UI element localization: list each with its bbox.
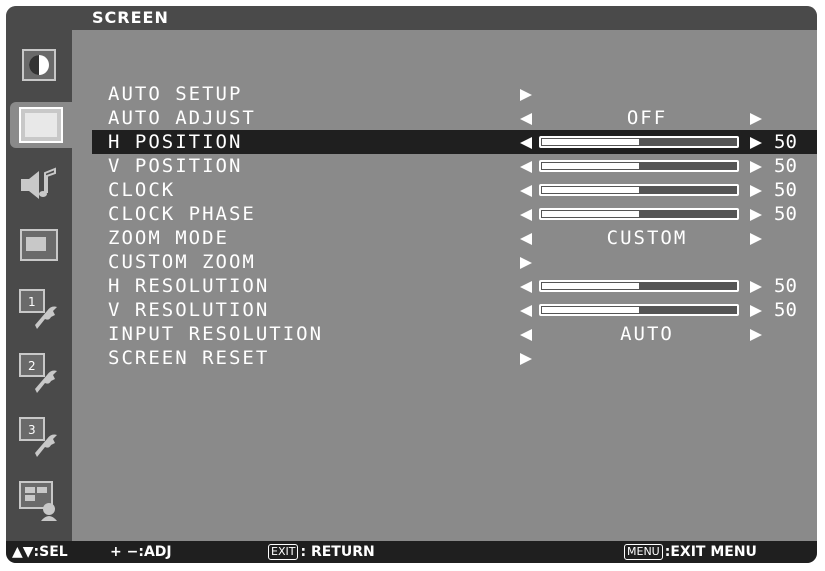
exit-key: EXIT [268,544,299,560]
menu-item-label: AUTO SETUP [108,83,243,105]
setup-3-icon[interactable]: 3 [14,414,64,460]
decrease-arrow-icon[interactable] [519,111,533,125]
menu-item-screen-reset[interactable]: SCREEN RESET [92,346,817,370]
hint-adjust: + −:ADJ [110,544,172,560]
slider-value: 50 [774,155,797,177]
svg-text:2: 2 [28,359,36,373]
menu-key: MENU [624,544,663,560]
slider-track[interactable] [539,160,739,172]
slider-fill [542,139,639,145]
increase-arrow-icon[interactable] [749,327,763,341]
plus-minus-keys: + − [110,544,139,560]
increase-arrow-icon[interactable] [749,231,763,245]
menu-item-label: CLOCK [108,179,176,201]
increase-arrow-icon[interactable] [749,183,763,197]
hint-select-label: SEL [39,544,68,560]
menu-item-label: V RESOLUTION [108,299,270,321]
enter-arrow-icon[interactable] [519,87,533,101]
increase-arrow-icon[interactable] [749,279,763,293]
menu-item-label: CUSTOM ZOOM [108,251,256,273]
menu-item-label: V POSITION [108,155,243,177]
menu-title: SCREEN [92,8,169,27]
slider-fill [542,163,639,169]
hint-select: ▲▼:SEL [12,544,68,560]
decrease-arrow-icon[interactable] [519,327,533,341]
sidebar: 1 2 3 [6,30,72,541]
menu-item-custom-zoom[interactable]: CUSTOM ZOOM [92,250,817,274]
picture-icon[interactable] [14,42,64,88]
menu-item-label: CLOCK PHASE [108,203,256,225]
hint-exit-menu-label: EXIT MENU [670,544,757,560]
slider-value: 50 [774,299,797,321]
slider-fill [542,211,639,217]
svg-text:3: 3 [28,423,36,437]
menu-item-label: H POSITION [108,131,243,153]
decrease-arrow-icon[interactable] [519,183,533,197]
enter-arrow-icon[interactable] [519,351,533,365]
setup-1-icon[interactable]: 1 [14,286,64,332]
menu-item-auto-setup[interactable]: AUTO SETUP [92,82,817,106]
menu-item-label: INPUT RESOLUTION [108,323,324,345]
menu-item-clock-phase[interactable]: CLOCK PHASE 50 [92,202,817,226]
decrease-arrow-icon[interactable] [519,303,533,317]
slider-track[interactable] [539,208,739,220]
osd-menu: SCREEN 123 AUTO SETUP AUTO ADJUST OFF H POS… [6,6,817,563]
menu-item-h-resolution[interactable]: H RESOLUTION 50 [92,274,817,298]
slider-track[interactable] [539,184,739,196]
increase-arrow-icon[interactable] [749,207,763,221]
menu-item-input-resolution[interactable]: INPUT RESOLUTION AUTO [92,322,817,346]
hint-return: EXIT: RETURN [268,541,375,563]
menu-item-label: H RESOLUTION [108,275,270,297]
footer-hints: ▲▼:SEL + −:ADJ EXIT: RETURN MENU:EXIT ME… [6,541,817,563]
slider-fill [542,283,639,289]
decrease-arrow-icon[interactable] [519,207,533,221]
menu-item-label: ZOOM MODE [108,227,229,249]
multi-input-icon[interactable] [14,478,64,524]
audio-icon[interactable] [14,162,64,208]
decrease-arrow-icon[interactable] [519,231,533,245]
decrease-arrow-icon[interactable] [519,159,533,173]
title-bar: SCREEN [6,6,817,30]
option-value: OFF [626,107,668,129]
hint-exit-menu: MENU:EXIT MENU [624,541,757,563]
slider-track[interactable] [539,280,739,292]
screen-icon[interactable] [10,102,72,148]
increase-arrow-icon[interactable] [749,159,763,173]
increase-arrow-icon[interactable] [749,303,763,317]
slider-value: 50 [774,179,797,201]
slider-value: 50 [774,275,797,297]
menu-item-label: SCREEN RESET [108,347,270,369]
menu-item-auto-adjust[interactable]: AUTO ADJUST OFF [92,106,817,130]
up-down-arrows-icon: ▲▼ [12,544,34,560]
pip-icon[interactable] [14,222,64,268]
menu-item-v-position[interactable]: V POSITION 50 [92,154,817,178]
slider-fill [542,187,639,193]
menu-item-label: AUTO ADJUST [108,107,256,129]
slider-track[interactable] [539,304,739,316]
setup-2-icon[interactable]: 2 [14,350,64,396]
slider-track[interactable] [539,136,739,148]
decrease-arrow-icon[interactable] [519,135,533,149]
option-value: CUSTOM [606,227,688,249]
option-value: AUTO [620,323,674,345]
menu-item-v-resolution[interactable]: V RESOLUTION 50 [92,298,817,322]
menu-item-clock[interactable]: CLOCK 50 [92,178,817,202]
hint-adjust-label: ADJ [143,544,172,560]
enter-arrow-icon[interactable] [519,255,533,269]
menu-item-zoom-mode[interactable]: ZOOM MODE CUSTOM [92,226,817,250]
slider-value: 50 [774,131,797,153]
increase-arrow-icon[interactable] [749,111,763,125]
menu-item-h-position[interactable]: H POSITION 50 [92,130,817,154]
hint-return-label: RETURN [310,544,375,560]
svg-text:1: 1 [28,295,36,309]
decrease-arrow-icon[interactable] [519,279,533,293]
increase-arrow-icon[interactable] [749,135,763,149]
slider-value: 50 [774,203,797,225]
slider-fill [542,307,639,313]
